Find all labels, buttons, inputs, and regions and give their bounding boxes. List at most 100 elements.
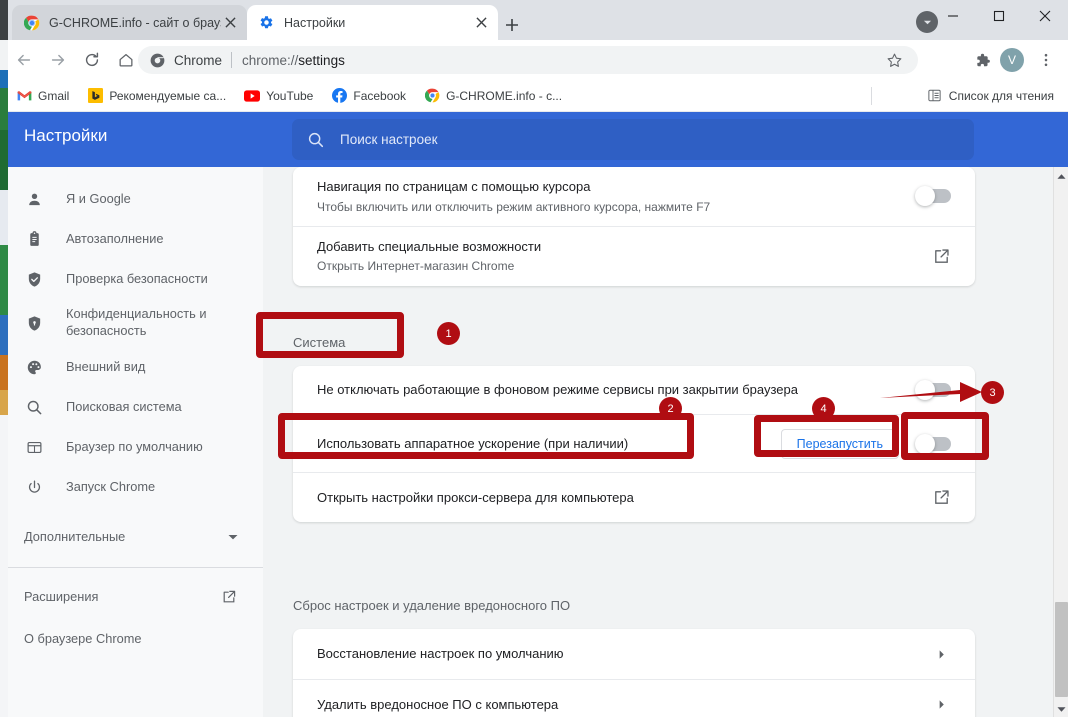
window-maximize-button[interactable]	[976, 0, 1022, 32]
search-icon	[24, 397, 44, 417]
sidebar-item-you-and-google[interactable]: Я и Google	[0, 179, 263, 219]
palette-icon	[24, 357, 44, 377]
annotation-badge-2: 2	[659, 397, 682, 420]
settings-page: Настройки Поиск настроек Я и Google Авто…	[0, 112, 1068, 717]
system-card: Не отключать работающие в фоновом режиме…	[293, 366, 975, 522]
row-title: Навигация по страницам с помощью курсора	[317, 179, 591, 194]
row-title: Добавить специальные возможности	[317, 238, 542, 254]
tab-title: Настройки	[284, 15, 346, 30]
reset-card: Восстановление настроек по умолчанию Уда…	[293, 629, 975, 717]
restart-button[interactable]: Перезапустить	[780, 428, 899, 459]
profile-avatar[interactable]: V	[1000, 48, 1024, 72]
row-title: Удалить вредоносное ПО с компьютера	[317, 696, 559, 712]
settings-row-clean-up-computer[interactable]: Удалить вредоносное ПО с компьютера	[293, 679, 975, 717]
sidebar-item-safety-check[interactable]: Проверка безопасности	[0, 259, 263, 299]
bookmark-item[interactable]: G-CHROME.info - с...	[418, 84, 570, 108]
omnibox-chip-label: Chrome	[174, 52, 223, 68]
bookmark-item[interactable]: Рекомендуемые са...	[81, 84, 234, 108]
bookmark-item[interactable]: Gmail	[10, 84, 77, 108]
browser-tab-1[interactable]: Настройки	[247, 5, 498, 40]
scrollbar-up-arrow[interactable]	[1054, 169, 1068, 184]
scrollbar-down-arrow[interactable]	[1054, 702, 1068, 717]
sidebar-item-label: Запуск Chrome	[66, 478, 156, 494]
sidebar-divider	[0, 567, 263, 568]
sidebar-item-privacy-and-security[interactable]: Конфиденциальность и безопасность	[0, 299, 263, 347]
clipboard-icon	[24, 229, 44, 249]
shield-icon	[24, 313, 44, 333]
facebook-icon	[331, 88, 347, 104]
home-icon[interactable]	[112, 46, 140, 74]
chrome-menu-icon[interactable]	[1034, 46, 1058, 74]
page-scrollbar[interactable]	[1053, 167, 1068, 717]
row-text: Восстановление настроек по умолчанию	[317, 634, 931, 674]
sidebar-item-on-startup[interactable]: Запуск Chrome	[0, 467, 263, 507]
chevron-down-icon	[223, 527, 243, 547]
bookmark-label: Gmail	[38, 88, 70, 103]
sidebar-item-autofill[interactable]: Автозаполнение	[0, 219, 263, 259]
toggle-knob	[915, 433, 935, 454]
settings-row-proxy-settings[interactable]: Открыть настройки прокси-сервера для ком…	[293, 472, 975, 522]
sidebar-item-label: Проверка безопасности	[66, 270, 208, 286]
tab-strip: G-CHROME.info - сайт о браузер Настройки	[0, 0, 1068, 40]
sidebar-item-default-browser[interactable]: Браузер по умолчанию	[0, 427, 263, 467]
external-link-icon	[219, 587, 239, 607]
settings-row-add-accessibility[interactable]: Добавить специальные возможности Открыть…	[293, 225, 975, 286]
shield-check-icon	[24, 269, 44, 289]
scrollbar-thumb[interactable]	[1055, 602, 1068, 697]
annotation-badge-1: 1	[437, 322, 460, 345]
sidebar-item-advanced[interactable]: Дополнительные	[0, 515, 263, 559]
extensions-puzzle-icon[interactable]	[968, 46, 996, 74]
forward-icon[interactable]	[44, 46, 72, 74]
reading-list-icon	[927, 88, 943, 104]
row-text: Удалить вредоносное ПО с компьютера	[317, 685, 931, 717]
new-tab-button[interactable]	[498, 11, 526, 39]
toggle-hardware-acceleration[interactable]	[915, 433, 951, 454]
section-heading-system: Система	[293, 335, 346, 350]
window-minimize-button[interactable]	[930, 0, 976, 32]
search-placeholder: Поиск настроек	[340, 132, 438, 147]
bookmark-label: YouTube	[266, 88, 314, 103]
row-title: Восстановление настроек по умолчанию	[317, 646, 564, 662]
bookmark-label: Facebook	[353, 88, 407, 103]
toggle-caret-browsing[interactable]	[915, 186, 951, 207]
sidebar-item-search-engine[interactable]: Поисковая система	[0, 387, 263, 427]
chevron-right-icon	[931, 695, 951, 715]
window-close-button[interactable]	[1022, 0, 1068, 32]
address-bar[interactable]: Chrome chrome://settings	[138, 46, 918, 74]
back-icon[interactable]	[10, 46, 38, 74]
reload-icon[interactable]	[78, 46, 106, 74]
settings-row-background-apps[interactable]: Не отключать работающие в фоновом режиме…	[293, 366, 975, 414]
section-heading-reset: Сброс настроек и удаление вредоносного П…	[293, 598, 571, 613]
settings-row-restore-defaults[interactable]: Восстановление настроек по умолчанию	[293, 629, 975, 679]
settings-row-hardware-acceleration[interactable]: Использовать аппаратное ускорение (при н…	[293, 414, 975, 472]
desktop-background-strip	[0, 0, 8, 717]
tab-title: G-CHROME.info - сайт о браузер	[49, 15, 221, 30]
external-link-icon[interactable]	[931, 488, 951, 508]
bing-icon	[87, 88, 103, 104]
tab-close-icon[interactable]	[472, 14, 490, 32]
sidebar-extensions-label: Расширения	[24, 588, 99, 604]
omnibox-separator	[231, 52, 233, 68]
sidebar-item-appearance[interactable]: Внешний вид	[0, 347, 263, 387]
external-link-icon[interactable]	[931, 246, 951, 266]
row-text: Использовать аппаратное ускорение (при н…	[317, 424, 781, 464]
settings-row-caret-browsing[interactable]: Навигация по страницам с помощью курсора…	[293, 167, 975, 226]
sidebar-item-about-chrome[interactable]: О браузере Chrome	[0, 618, 263, 660]
tab-close-icon[interactable]	[221, 14, 239, 32]
bookmark-item[interactable]: YouTube	[238, 84, 321, 108]
reading-list-button[interactable]: Список для чтения	[921, 84, 1060, 108]
page-title: Настройки	[24, 126, 108, 145]
settings-search-input[interactable]: Поиск настроек	[292, 119, 974, 160]
chrome-logo-icon	[424, 88, 440, 104]
bookmarks-bar: Gmail Рекомендуемые са... YouTube Facebo…	[0, 80, 1068, 112]
sidebar-item-extensions[interactable]: Расширения	[0, 576, 263, 618]
row-title: Использовать аппаратное ускорение (при н…	[317, 435, 629, 451]
bookmark-item[interactable]: Facebook	[325, 84, 414, 108]
sidebar-item-label: Конфиденциальность и безопасность	[66, 306, 207, 338]
bookmark-star-icon[interactable]	[880, 46, 908, 74]
browser-tab-0[interactable]: G-CHROME.info - сайт о браузер	[12, 5, 247, 40]
settings-header: Настройки Поиск настроек	[0, 112, 1068, 167]
chrome-shield-icon	[150, 52, 166, 68]
browser-window-icon	[24, 437, 44, 457]
gear-icon	[258, 14, 275, 31]
